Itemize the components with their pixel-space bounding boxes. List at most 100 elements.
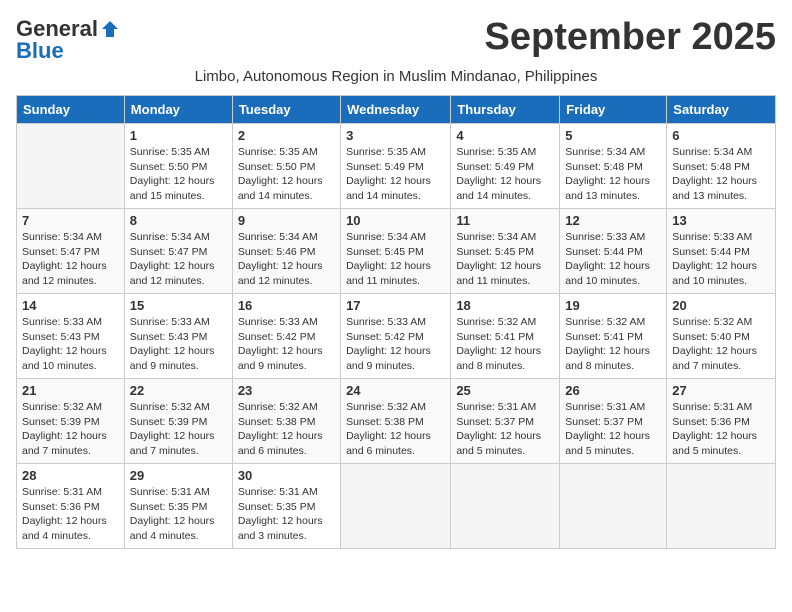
day-info: Sunrise: 5:34 AM Sunset: 5:47 PM Dayligh… (130, 230, 227, 289)
month-title: September 2025 (485, 16, 777, 59)
day-info: Sunrise: 5:35 AM Sunset: 5:50 PM Dayligh… (238, 145, 335, 204)
week-row-4: 21 Sunrise: 5:32 AM Sunset: 5:39 PM Dayli… (17, 379, 776, 464)
day-number: 30 (238, 468, 335, 483)
day-cell-11: 11 Sunrise: 5:34 AM Sunset: 5:45 PM Dayli… (451, 209, 560, 294)
day-info: Sunrise: 5:34 AM Sunset: 5:45 PM Dayligh… (346, 230, 445, 289)
day-cell-3: 3 Sunrise: 5:35 AM Sunset: 5:49 PM Daylig… (341, 124, 451, 209)
day-number: 5 (565, 128, 661, 143)
day-info: Sunrise: 5:34 AM Sunset: 5:45 PM Dayligh… (456, 230, 554, 289)
empty-cell (17, 124, 125, 209)
day-info: Sunrise: 5:31 AM Sunset: 5:35 PM Dayligh… (238, 485, 335, 544)
day-info: Sunrise: 5:33 AM Sunset: 5:44 PM Dayligh… (672, 230, 770, 289)
day-info: Sunrise: 5:33 AM Sunset: 5:42 PM Dayligh… (238, 315, 335, 374)
day-number: 24 (346, 383, 445, 398)
day-number: 9 (238, 213, 335, 228)
day-cell-14: 14 Sunrise: 5:33 AM Sunset: 5:43 PM Dayli… (17, 294, 125, 379)
day-info: Sunrise: 5:32 AM Sunset: 5:38 PM Dayligh… (238, 400, 335, 459)
day-number: 15 (130, 298, 227, 313)
empty-cell (560, 464, 667, 549)
day-number: 29 (130, 468, 227, 483)
day-header-tuesday: Tuesday (232, 96, 340, 124)
day-number: 28 (22, 468, 119, 483)
day-cell-10: 10 Sunrise: 5:34 AM Sunset: 5:45 PM Dayli… (341, 209, 451, 294)
day-cell-24: 24Sunrise: 5:32 AM Sunset: 5:38 PM Dayli… (341, 379, 451, 464)
day-cell-15: 15 Sunrise: 5:33 AM Sunset: 5:43 PM Dayli… (124, 294, 232, 379)
day-cell-25: 25 Sunrise: 5:31 AM Sunset: 5:37 PM Dayli… (451, 379, 560, 464)
day-info: Sunrise: 5:31 AM Sunset: 5:37 PM Dayligh… (456, 400, 554, 459)
week-row-3: 14 Sunrise: 5:33 AM Sunset: 5:43 PM Dayli… (17, 294, 776, 379)
day-number: 1 (130, 128, 227, 143)
day-cell-6: 6 Sunrise: 5:34 AM Sunset: 5:48 PM Daylig… (667, 124, 776, 209)
day-info: Sunrise: 5:31 AM Sunset: 5:37 PM Dayligh… (565, 400, 661, 459)
day-info: Sunrise: 5:34 AM Sunset: 5:47 PM Dayligh… (22, 230, 119, 289)
day-info: Sunrise: 5:32 AM Sunset: 5:40 PM Dayligh… (672, 315, 770, 374)
day-info: Sunrise: 5:32 AM Sunset: 5:41 PM Dayligh… (565, 315, 661, 374)
day-info: Sunrise: 5:35 AM Sunset: 5:49 PM Dayligh… (346, 145, 445, 204)
day-cell-12: 12Sunrise: 5:33 AM Sunset: 5:44 PM Dayli… (560, 209, 667, 294)
day-info: Sunrise: 5:33 AM Sunset: 5:43 PM Dayligh… (130, 315, 227, 374)
day-number: 27 (672, 383, 770, 398)
day-cell-18: 18Sunrise: 5:32 AM Sunset: 5:41 PM Dayli… (451, 294, 560, 379)
day-cell-17: 17Sunrise: 5:33 AM Sunset: 5:42 PM Dayli… (341, 294, 451, 379)
day-number: 21 (22, 383, 119, 398)
day-cell-7: 7 Sunrise: 5:34 AM Sunset: 5:47 PM Daylig… (17, 209, 125, 294)
calendar-table: SundayMondayTuesdayWednesdayThursdayFrid… (16, 95, 776, 549)
day-cell-13: 13 Sunrise: 5:33 AM Sunset: 5:44 PM Dayli… (667, 209, 776, 294)
day-info: Sunrise: 5:32 AM Sunset: 5:39 PM Dayligh… (22, 400, 119, 459)
day-number: 18 (456, 298, 554, 313)
day-cell-21: 21 Sunrise: 5:32 AM Sunset: 5:39 PM Dayli… (17, 379, 125, 464)
day-info: Sunrise: 5:31 AM Sunset: 5:36 PM Dayligh… (672, 400, 770, 459)
day-header-saturday: Saturday (667, 96, 776, 124)
day-number: 17 (346, 298, 445, 313)
day-info: Sunrise: 5:35 AM Sunset: 5:50 PM Dayligh… (130, 145, 227, 204)
day-header-wednesday: Wednesday (341, 96, 451, 124)
day-number: 10 (346, 213, 445, 228)
day-info: Sunrise: 5:34 AM Sunset: 5:46 PM Dayligh… (238, 230, 335, 289)
logo: General Blue (16, 16, 120, 64)
day-info: Sunrise: 5:34 AM Sunset: 5:48 PM Dayligh… (672, 145, 770, 204)
empty-cell (341, 464, 451, 549)
day-info: Sunrise: 5:34 AM Sunset: 5:48 PM Dayligh… (565, 145, 661, 204)
day-info: Sunrise: 5:33 AM Sunset: 5:44 PM Dayligh… (565, 230, 661, 289)
day-number: 26 (565, 383, 661, 398)
day-cell-30: 30 Sunrise: 5:31 AM Sunset: 5:35 PM Dayli… (232, 464, 340, 549)
week-row-2: 7 Sunrise: 5:34 AM Sunset: 5:47 PM Daylig… (17, 209, 776, 294)
day-number: 25 (456, 383, 554, 398)
day-cell-19: 19 Sunrise: 5:32 AM Sunset: 5:41 PM Dayli… (560, 294, 667, 379)
day-cell-8: 8 Sunrise: 5:34 AM Sunset: 5:47 PM Daylig… (124, 209, 232, 294)
week-row-5: 28 Sunrise: 5:31 AM Sunset: 5:36 PM Dayli… (17, 464, 776, 549)
day-number: 6 (672, 128, 770, 143)
day-cell-2: 2Sunrise: 5:35 AM Sunset: 5:50 PM Daylig… (232, 124, 340, 209)
calendar-subtitle: Limbo, Autonomous Region in Muslim Minda… (16, 68, 776, 85)
day-info: Sunrise: 5:33 AM Sunset: 5:43 PM Dayligh… (22, 315, 119, 374)
logo-blue-text: Blue (16, 38, 64, 64)
day-cell-26: 26 Sunrise: 5:31 AM Sunset: 5:37 PM Dayli… (560, 379, 667, 464)
day-header-monday: Monday (124, 96, 232, 124)
day-number: 13 (672, 213, 770, 228)
day-header-sunday: Sunday (17, 96, 125, 124)
day-cell-28: 28 Sunrise: 5:31 AM Sunset: 5:36 PM Dayli… (17, 464, 125, 549)
day-number: 3 (346, 128, 445, 143)
empty-cell (451, 464, 560, 549)
week-row-1: 1 Sunrise: 5:35 AM Sunset: 5:50 PM Daylig… (17, 124, 776, 209)
day-number: 19 (565, 298, 661, 313)
day-number: 11 (456, 213, 554, 228)
day-info: Sunrise: 5:31 AM Sunset: 5:35 PM Dayligh… (130, 485, 227, 544)
day-cell-29: 29 Sunrise: 5:31 AM Sunset: 5:35 PM Dayli… (124, 464, 232, 549)
day-cell-9: 9 Sunrise: 5:34 AM Sunset: 5:46 PM Daylig… (232, 209, 340, 294)
day-header-thursday: Thursday (451, 96, 560, 124)
day-number: 20 (672, 298, 770, 313)
day-header-friday: Friday (560, 96, 667, 124)
day-cell-20: 20 Sunrise: 5:32 AM Sunset: 5:40 PM Dayli… (667, 294, 776, 379)
day-number: 8 (130, 213, 227, 228)
day-info: Sunrise: 5:31 AM Sunset: 5:36 PM Dayligh… (22, 485, 119, 544)
day-number: 7 (22, 213, 119, 228)
day-cell-23: 23Sunrise: 5:32 AM Sunset: 5:38 PM Dayli… (232, 379, 340, 464)
day-number: 14 (22, 298, 119, 313)
day-number: 22 (130, 383, 227, 398)
logo-icon (100, 19, 120, 39)
empty-cell (667, 464, 776, 549)
day-cell-22: 22Sunrise: 5:32 AM Sunset: 5:39 PM Dayli… (124, 379, 232, 464)
day-cell-16: 16Sunrise: 5:33 AM Sunset: 5:42 PM Dayli… (232, 294, 340, 379)
day-cell-4: 4Sunrise: 5:35 AM Sunset: 5:49 PM Daylig… (451, 124, 560, 209)
